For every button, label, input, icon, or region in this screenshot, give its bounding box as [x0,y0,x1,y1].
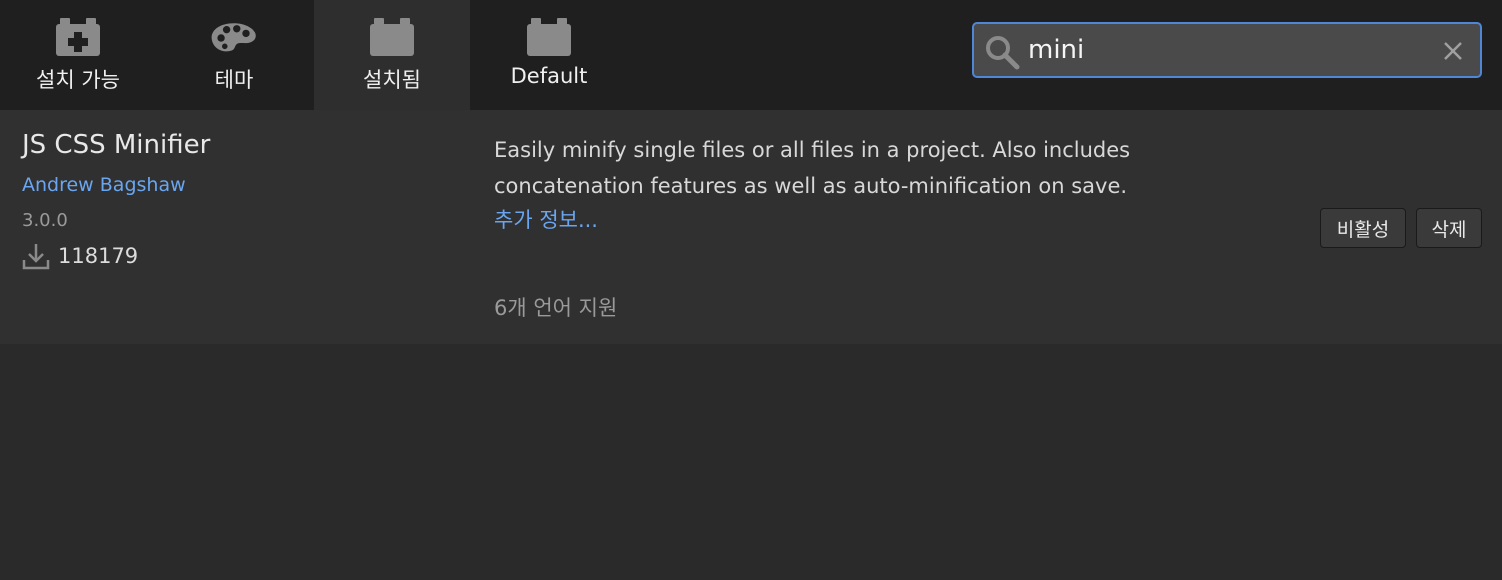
search-icon [986,36,1020,70]
tab-installed[interactable]: 설치됨 [314,0,470,110]
search-box[interactable] [972,22,1482,78]
tab-themes[interactable]: 테마 [156,0,312,110]
tab-default[interactable]: Default [471,0,627,110]
tab-label: 테마 [214,68,254,92]
extension-row: JS CSS Minifier Andrew Bagshaw 3.0.0 118… [0,110,1502,344]
tab-available[interactable]: 설치 가능 [0,0,156,110]
tab-label: 설치 가능 [36,68,120,92]
download-icon [22,244,50,270]
extension-version: 3.0.0 [22,210,68,231]
more-info-link[interactable]: 추가 정보... [494,204,598,234]
remove-button[interactable]: 삭제 [1416,208,1482,248]
toolbar: 설치 가능 테마 설치됨 Default [0,0,1502,110]
extension-name: JS CSS Minifier [22,130,211,160]
plus-box-icon [56,18,100,56]
tab-label: Default [510,64,588,88]
box-icon [370,18,414,56]
download-count: 118179 [58,244,139,268]
extension-downloads: 118179 [22,242,138,270]
extension-description: Easily minify single files or all files … [494,138,1131,198]
close-icon[interactable] [1442,40,1464,62]
palette-icon [211,23,256,52]
language-support: 6개 언어 지원 [494,296,618,320]
tab-label: 설치됨 [363,68,421,92]
box-icon [527,18,571,56]
extension-author-link[interactable]: Andrew Bagshaw [22,174,186,196]
search-input[interactable] [1028,30,1428,70]
disable-button[interactable]: 비활성 [1320,208,1406,248]
